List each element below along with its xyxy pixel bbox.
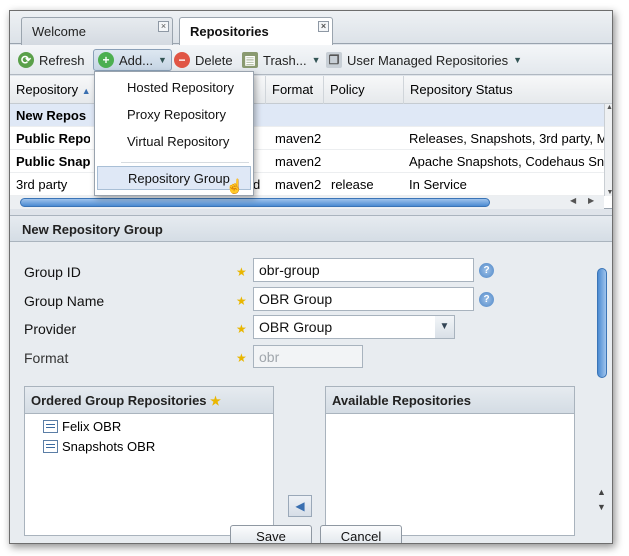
user-managed-repositories-button[interactable]: ❐ User Managed Repositories ▼: [322, 49, 526, 71]
menu-item-proxy-repository[interactable]: Proxy Repository: [97, 103, 251, 127]
new-repository-group-form: Group ID ★ obr-group ? Group Name ★ OBR …: [10, 242, 612, 543]
cancel-button[interactable]: Cancel: [320, 525, 402, 543]
group-name-input[interactable]: OBR Group: [253, 287, 474, 311]
cell-status: In Service: [409, 177, 467, 192]
cell-status: Apache Snapshots, Codehaus Snap: [409, 154, 604, 169]
required-star-icon: ★: [236, 351, 247, 365]
chevron-down-icon[interactable]: ▼: [435, 315, 455, 339]
cell-format: maven2: [275, 131, 322, 146]
move-left-button[interactable]: ◀: [288, 495, 312, 517]
cell-repository: Public Snap: [16, 154, 90, 169]
ordered-group-repositories-box: Ordered Group Repositories ★ Felix OBR S…: [24, 386, 274, 536]
ordered-group-repositories-title: Ordered Group Repositories: [31, 393, 207, 408]
menu-item-hosted-repository[interactable]: Hosted Repository: [97, 76, 251, 100]
grid-horizontal-scrollbar[interactable]: ◀ ▶: [10, 196, 604, 209]
close-icon[interactable]: ×: [318, 21, 329, 32]
cell-policy: release: [331, 177, 374, 192]
tab-repositories-label: Repositories: [190, 24, 269, 39]
add-label: Add...: [119, 52, 153, 68]
refresh-label: Refresh: [39, 52, 85, 68]
scroll-up-icon[interactable]: ▲: [597, 487, 606, 497]
list-item-label: Snapshots OBR: [62, 439, 156, 454]
refresh-icon: ⟳: [18, 52, 34, 68]
trash-label: Trash...: [263, 52, 307, 68]
help-icon[interactable]: ?: [479, 263, 494, 278]
cell-repository: 3rd party: [16, 177, 68, 192]
chevron-down-icon: ▼: [513, 55, 523, 65]
column-label: Repository Status: [410, 82, 513, 97]
cell-format: maven2: [275, 177, 322, 192]
column-policy[interactable]: Policy: [324, 76, 404, 104]
available-repositories-header: Available Repositories: [326, 387, 574, 414]
user-managed-label: User Managed Repositories: [347, 52, 509, 68]
scroll-down-icon[interactable]: ▼: [597, 502, 606, 512]
group-id-label: Group ID: [24, 264, 81, 280]
refresh-button[interactable]: ⟳ Refresh: [14, 49, 89, 71]
repositories-window: Welcome × Repositories × ⟳ Refresh + Add…: [9, 10, 613, 544]
repository-icon: [43, 440, 58, 453]
list-item[interactable]: Felix OBR: [43, 419, 121, 434]
tab-welcome-label: Welcome: [32, 24, 86, 39]
tab-bar: Welcome × Repositories ×: [10, 11, 612, 45]
cell-format: maven2: [275, 154, 322, 169]
cell-repository: Public Repo: [16, 131, 90, 146]
save-button[interactable]: Save: [230, 525, 312, 543]
cell-status: Releases, Snapshots, 3rd party, Ma: [409, 131, 604, 146]
column-label: Format: [272, 82, 314, 97]
arrow-left-icon: ◀: [295, 499, 305, 513]
ordered-group-repositories-header: Ordered Group Repositories ★: [25, 387, 273, 414]
list-item[interactable]: Snapshots OBR: [43, 439, 155, 454]
provider-select[interactable]: OBR Group: [253, 315, 436, 339]
required-star-icon: ★: [210, 394, 221, 408]
group-id-input[interactable]: obr-group: [253, 258, 474, 282]
menu-item-virtual-repository[interactable]: Virtual Repository: [97, 130, 251, 154]
list-item-label: Felix OBR: [62, 419, 122, 434]
form-panel-title: New Repository Group: [10, 215, 612, 242]
scroll-thumb[interactable]: [597, 268, 607, 378]
menu-separator: [121, 162, 249, 163]
chevron-down-icon: ▼: [157, 55, 167, 65]
add-button[interactable]: + Add... ▼: [93, 49, 172, 71]
format-label: Format: [24, 350, 69, 366]
sort-asc-icon: ▲: [81, 86, 91, 96]
trash-button[interactable]: ▤ Trash... ▼: [238, 49, 325, 71]
format-input: obr: [253, 345, 363, 368]
scroll-down-icon[interactable]: ▼: [605, 189, 612, 196]
scroll-thumb[interactable]: [20, 198, 490, 207]
hand-cursor-icon: ☝: [226, 178, 244, 194]
close-icon[interactable]: ×: [158, 21, 169, 32]
provider-label: Provider: [24, 321, 77, 337]
add-icon: +: [98, 52, 114, 68]
delete-button[interactable]: − Delete: [170, 49, 237, 71]
tab-welcome[interactable]: Welcome ×: [21, 17, 173, 45]
required-star-icon: ★: [236, 322, 247, 336]
delete-icon: −: [174, 52, 190, 68]
column-repository-status[interactable]: Repository Status: [404, 76, 612, 104]
column-label: Policy: [330, 82, 365, 97]
grid-vertical-scrollbar[interactable]: ▲ ▼: [604, 104, 612, 196]
copy-icon: ❐: [326, 52, 342, 68]
column-label: Repository: [16, 82, 79, 97]
available-repositories-box: Available Repositories: [325, 386, 575, 536]
tab-repositories[interactable]: Repositories ×: [179, 17, 333, 45]
scroll-up-icon[interactable]: ▲: [605, 104, 612, 111]
form-vertical-scrollbar[interactable]: ▲ ▼: [595, 260, 609, 515]
scroll-left-icon[interactable]: ◀: [570, 196, 576, 205]
trash-icon: ▤: [242, 52, 258, 68]
group-name-label: Group Name: [24, 293, 105, 309]
required-star-icon: ★: [236, 265, 247, 279]
repository-icon: [43, 420, 58, 433]
cell-repository: New Repos: [16, 108, 87, 123]
scroll-right-icon[interactable]: ▶: [588, 196, 594, 205]
column-format[interactable]: Format: [266, 76, 324, 104]
required-star-icon: ★: [236, 294, 247, 308]
chevron-down-icon: ▼: [311, 55, 321, 65]
delete-label: Delete: [195, 52, 233, 68]
help-icon[interactable]: ?: [479, 292, 494, 307]
